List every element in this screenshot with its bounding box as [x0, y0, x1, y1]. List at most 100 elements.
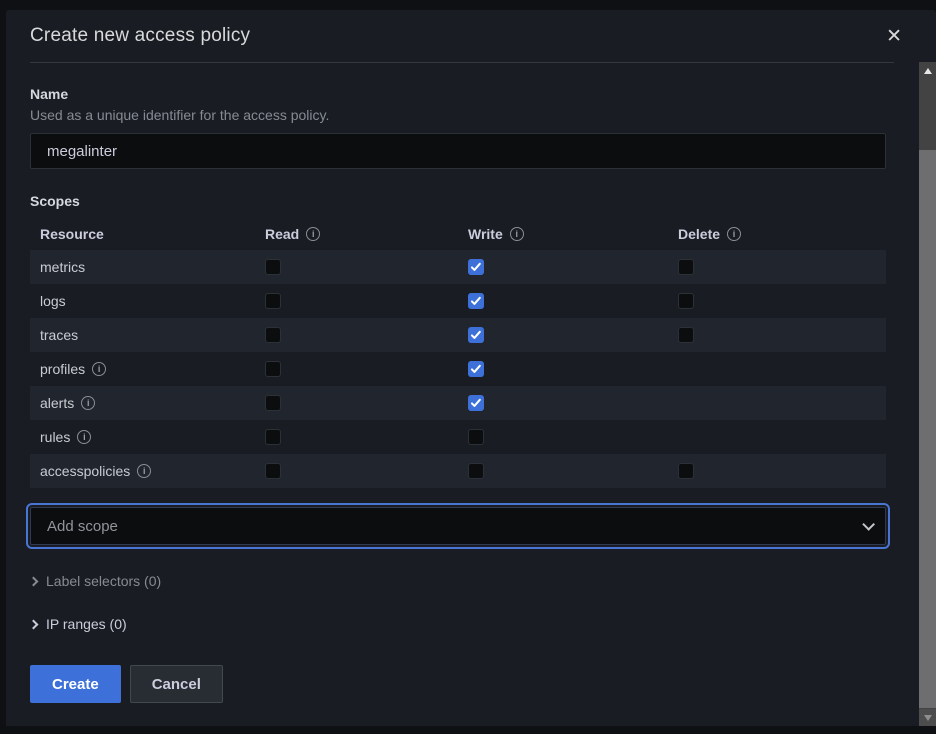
write-cell	[458, 327, 668, 343]
checkmark-icon	[470, 295, 482, 307]
table-row: traces	[30, 318, 886, 352]
resource-label: traces	[40, 327, 78, 343]
resource-cell: logs	[30, 293, 255, 309]
write-cell	[458, 293, 668, 309]
column-header-delete: Deletei	[668, 226, 886, 242]
collapse-section-label: IP ranges (0)	[46, 616, 127, 632]
scrollbar[interactable]	[919, 62, 936, 726]
write-cell	[458, 259, 668, 275]
action-buttons: Create Cancel	[30, 665, 886, 703]
checkbox-read-accesspolicies[interactable]	[265, 463, 281, 479]
read-cell	[255, 259, 458, 275]
info-icon[interactable]: i	[77, 430, 91, 444]
collapse-section-label: Label selectors (0)	[46, 573, 161, 589]
checkbox-write-rules[interactable]	[468, 429, 484, 445]
column-header-label: Delete	[678, 226, 720, 242]
column-header-write: Writei	[458, 226, 668, 242]
checkmark-icon	[470, 397, 482, 409]
checkbox-read-traces[interactable]	[265, 327, 281, 343]
checkbox-read-alerts[interactable]	[265, 395, 281, 411]
checkbox-read-profiles[interactable]	[265, 361, 281, 377]
checkbox-write-metrics[interactable]	[468, 259, 484, 275]
create-button[interactable]: Create	[30, 665, 121, 703]
scrollbar-up-button[interactable]	[919, 62, 936, 79]
table-row: accesspolicies i	[30, 454, 886, 488]
column-header-read: Readi	[255, 226, 458, 242]
resource-cell: rulesi	[30, 429, 255, 445]
column-header-label: Read	[265, 226, 299, 242]
checkbox-read-metrics[interactable]	[265, 259, 281, 275]
checkbox-write-alerts[interactable]	[468, 395, 484, 411]
add-scope-placeholder: Add scope	[47, 518, 118, 535]
info-icon[interactable]: i	[92, 362, 106, 376]
column-header-resource: Resource	[30, 226, 255, 242]
chevron-right-icon	[29, 576, 39, 586]
resource-label: rules	[40, 429, 70, 445]
scopes-table-header-row: ResourceReadiWriteiDeletei	[30, 218, 886, 250]
checkbox-write-accesspolicies[interactable]	[468, 463, 484, 479]
add-scope-select[interactable]: Add scope	[30, 507, 886, 545]
checkbox-delete-traces[interactable]	[678, 327, 694, 343]
collapse-section-ip-ranges[interactable]: IP ranges (0)	[30, 616, 127, 632]
info-icon[interactable]: i	[81, 396, 95, 410]
resource-label: alerts	[40, 395, 74, 411]
read-cell	[255, 395, 458, 411]
resource-label: logs	[40, 293, 66, 309]
checkbox-delete-logs[interactable]	[678, 293, 694, 309]
checkbox-write-logs[interactable]	[468, 293, 484, 309]
column-header-label: Resource	[40, 226, 104, 242]
checkbox-write-profiles[interactable]	[468, 361, 484, 377]
checkbox-delete-accesspolicies[interactable]	[678, 463, 694, 479]
scrollbar-thumb[interactable]	[919, 150, 936, 708]
read-cell	[255, 429, 458, 445]
read-cell	[255, 361, 458, 377]
info-icon[interactable]: i	[137, 464, 151, 478]
delete-cell	[668, 463, 886, 479]
info-icon[interactable]: i	[306, 227, 320, 241]
resource-cell: metrics	[30, 259, 255, 275]
info-icon[interactable]: i	[727, 227, 741, 241]
scrollbar-down-button[interactable]	[919, 709, 936, 726]
checkbox-delete-metrics[interactable]	[678, 259, 694, 275]
checkbox-read-rules[interactable]	[265, 429, 281, 445]
delete-cell	[668, 327, 886, 343]
resource-label: accesspolicies	[40, 463, 130, 479]
checkbox-write-traces[interactable]	[468, 327, 484, 343]
collapse-section-label-selectors[interactable]: Label selectors (0)	[30, 573, 161, 589]
modal-header: Create new access policy ✕	[6, 10, 936, 62]
chevron-down-icon	[862, 518, 875, 531]
write-cell	[458, 395, 668, 411]
write-cell	[458, 361, 668, 377]
name-label: Name	[30, 86, 886, 103]
read-cell	[255, 293, 458, 309]
close-icon[interactable]: ✕	[884, 25, 904, 48]
scopes-table: ResourceReadiWriteiDeleteimetricslogstra…	[30, 218, 886, 488]
delete-cell	[668, 293, 886, 309]
arrow-up-icon	[924, 68, 932, 74]
checkmark-icon	[470, 261, 482, 273]
table-row: logs	[30, 284, 886, 318]
scopes-label: Scopes	[30, 193, 886, 209]
cancel-button[interactable]: Cancel	[130, 665, 223, 703]
checkmark-icon	[470, 329, 482, 341]
read-cell	[255, 463, 458, 479]
checkmark-icon	[470, 363, 482, 375]
table-row: alertsi	[30, 386, 886, 420]
write-cell	[458, 463, 668, 479]
chevron-right-icon	[29, 619, 39, 629]
name-input[interactable]	[30, 133, 886, 169]
read-cell	[255, 327, 458, 343]
create-access-policy-modal: Create new access policy ✕ Name Used as …	[6, 10, 936, 726]
modal-body: Name Used as a unique identifier for the…	[6, 63, 936, 703]
info-icon[interactable]: i	[510, 227, 524, 241]
modal-title: Create new access policy	[30, 25, 250, 47]
name-help-text: Used as a unique identifier for the acce…	[30, 107, 886, 123]
table-row: profiles i	[30, 352, 886, 386]
table-row: rulesi	[30, 420, 886, 454]
resource-cell: accesspolicies i	[30, 463, 255, 479]
table-row: metrics	[30, 250, 886, 284]
delete-cell	[668, 259, 886, 275]
arrow-down-icon	[924, 715, 932, 721]
resource-label: profiles	[40, 361, 85, 377]
checkbox-read-logs[interactable]	[265, 293, 281, 309]
